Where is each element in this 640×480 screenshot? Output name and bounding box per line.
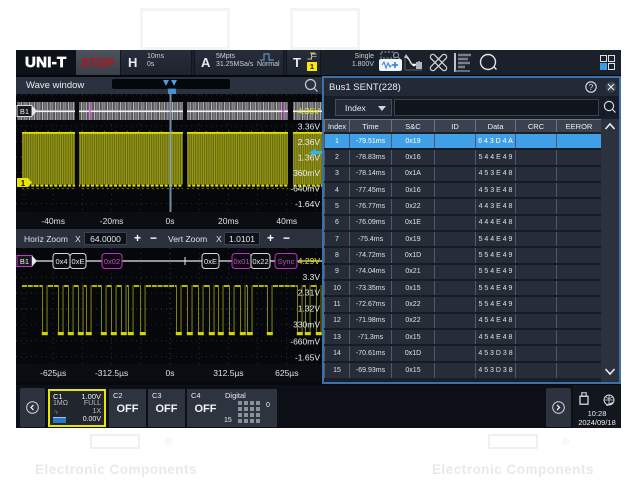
svg-text:2.31V: 2.31V	[298, 288, 321, 298]
svg-text:-625µs: -625µs	[40, 368, 66, 378]
svg-text:-1.65V: -1.65V	[295, 353, 320, 363]
svg-text:-20ms: -20ms	[100, 216, 124, 226]
svg-text:0x01: 0x01	[233, 257, 249, 266]
svg-text:0s: 0s	[166, 216, 175, 226]
svg-text:1: 1	[21, 179, 26, 188]
svg-text:0x22: 0x22	[252, 257, 268, 266]
svg-text:40ms: 40ms	[276, 216, 297, 226]
svg-text:20ms: 20ms	[218, 216, 239, 226]
svg-text:1.32V: 1.32V	[298, 304, 321, 314]
svg-text:360mV: 360mV	[293, 168, 320, 178]
svg-text:312.5µs: 312.5µs	[213, 368, 243, 378]
svg-text:3.3V: 3.3V	[303, 272, 321, 282]
svg-text:B1: B1	[20, 107, 29, 116]
svg-text:-1.64V: -1.64V	[295, 199, 320, 209]
svg-text:2.36V: 2.36V	[298, 137, 321, 147]
svg-text:0x02: 0x02	[104, 257, 120, 266]
svg-text:0s: 0s	[166, 368, 175, 378]
svg-text:4.36V: 4.36V	[298, 106, 321, 116]
svg-text:625µs: 625µs	[275, 368, 298, 378]
svg-text:1.36V: 1.36V	[298, 153, 321, 163]
svg-text:330mV: 330mV	[293, 320, 320, 330]
svg-text:-640mV: -640mV	[290, 184, 320, 194]
svg-text:-40ms: -40ms	[41, 216, 65, 226]
svg-text:0xE: 0xE	[72, 257, 85, 266]
svg-text:-660mV: -660mV	[290, 337, 320, 347]
svg-text:3.36V: 3.36V	[298, 122, 321, 132]
svg-text:Sync: Sync	[278, 257, 295, 266]
svg-text:4.29V: 4.29V	[298, 256, 321, 266]
svg-text:?: ?	[589, 83, 594, 92]
svg-text:0xE: 0xE	[204, 257, 217, 266]
svg-text:0x4: 0x4	[55, 257, 67, 266]
svg-text:-312.5µs: -312.5µs	[95, 368, 128, 378]
svg-text:B1: B1	[20, 257, 29, 266]
